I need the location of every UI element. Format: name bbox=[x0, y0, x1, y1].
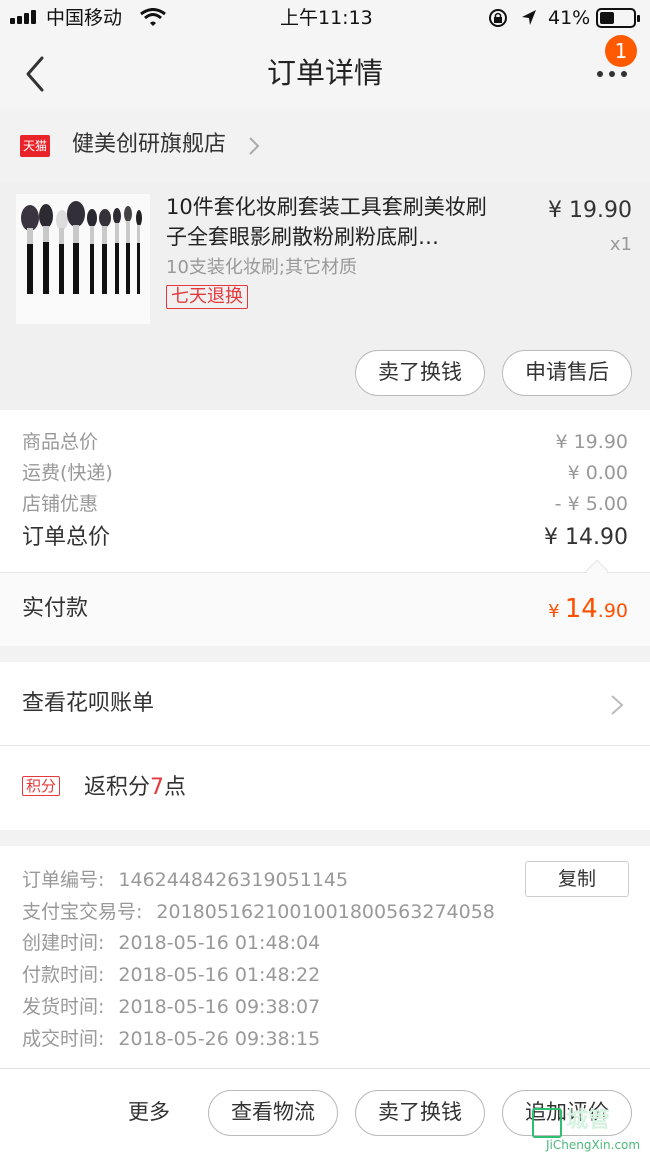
paid-time-line: 付款时间: 2018-05-16 01:48:22 bbox=[22, 961, 320, 989]
wifi-icon bbox=[140, 8, 166, 26]
watermark-text: 城管 bbox=[566, 1108, 611, 1133]
shipped-time-value: 2018-05-16 09:38:07 bbox=[118, 996, 321, 1018]
chevron-right-icon bbox=[611, 695, 624, 715]
amount-integer: 14 bbox=[564, 594, 598, 624]
product-card[interactable]: 10件套化妆刷套装工具套刷美妆刷子全套眼影刷散粉刷粉底刷… ¥ 19.90 x1… bbox=[0, 182, 650, 410]
shipping-value: ¥ 0.00 bbox=[567, 462, 628, 484]
points-reward-text: 返积分7点 bbox=[84, 772, 186, 804]
amount-decimal: .90 bbox=[597, 600, 628, 622]
page-title: 订单详情 bbox=[266, 56, 383, 90]
discount-value: - ¥ 5.00 bbox=[554, 493, 628, 515]
sell-for-cash-button[interactable]: 卖了换钱 bbox=[355, 1090, 485, 1136]
huabei-bill-label: 查看花呗账单 bbox=[22, 691, 155, 716]
battery-icon bbox=[596, 8, 640, 28]
order-number-value: 1462448426319051145 bbox=[118, 869, 349, 891]
order-info: 订单编号: 1462448426319051145 复制 支付宝交易号: 20180… bbox=[0, 846, 650, 1068]
carrier-label: 中国移动 bbox=[46, 7, 123, 29]
watermark-logo-icon bbox=[532, 1108, 562, 1138]
amount-paid-label: 实付款 bbox=[22, 596, 89, 621]
points-number: 7 bbox=[150, 775, 165, 800]
shipped-time-line: 发货时间: 2018-05-16 09:38:07 bbox=[22, 993, 320, 1021]
alipay-trade-value: 2018051621001001800563274058 bbox=[156, 901, 495, 923]
created-time-line: 创建时间: 2018-05-16 01:48:04 bbox=[22, 929, 320, 957]
nav-bar: 订单详情 bbox=[0, 36, 650, 110]
currency-symbol: ¥ bbox=[548, 601, 560, 622]
copy-button[interactable]: 复制 bbox=[525, 861, 629, 897]
created-time-label: 创建时间: bbox=[22, 932, 105, 954]
amount-paid-value: ¥ 14.90 bbox=[548, 591, 628, 630]
points-row: 积分 返积分7点 bbox=[0, 746, 650, 830]
makeup-brushes-image bbox=[16, 194, 150, 324]
tmall-logo: 天猫 bbox=[20, 135, 50, 157]
product-quantity: x1 bbox=[609, 234, 632, 255]
order-number-label: 订单编号: bbox=[22, 869, 105, 891]
amount-paid-row: 实付款 ¥ 14.90 bbox=[0, 572, 650, 646]
order-total-value: ¥ 14.90 bbox=[544, 525, 628, 550]
shipped-time-label: 发货时间: bbox=[22, 996, 105, 1018]
discount-label: 店铺优惠 bbox=[22, 493, 99, 515]
order-total-label: 订单总价 bbox=[22, 525, 111, 550]
order-number-line: 订单编号: 1462448426319051145 bbox=[22, 866, 348, 894]
notification-badge: 1 bbox=[605, 35, 637, 67]
watermark-url: JiChengXin.com bbox=[546, 1138, 641, 1152]
alipay-trade-line: 支付宝交易号: 2018051621001001800563274058 bbox=[22, 898, 495, 926]
more-actions-link[interactable]: 更多 bbox=[128, 1096, 170, 1128]
battery-percent: 41% bbox=[548, 7, 591, 29]
points-prefix: 返积分 bbox=[84, 775, 151, 800]
clock: 上午11:13 bbox=[280, 7, 373, 29]
subtotal-label: 商品总价 bbox=[22, 431, 99, 453]
signal-icon bbox=[10, 10, 40, 24]
view-logistics-button[interactable]: 查看物流 bbox=[208, 1090, 338, 1136]
orientation-lock-icon bbox=[489, 9, 507, 27]
product-title[interactable]: 10件套化妆刷套装工具套刷美妆刷子全套眼影刷散粉刷粉底刷… bbox=[166, 192, 506, 252]
shop-name: 健美创研旗舰店 bbox=[72, 132, 227, 157]
chevron-right-icon bbox=[249, 137, 260, 155]
more-dots-icon bbox=[597, 71, 603, 77]
paid-time-label: 付款时间: bbox=[22, 964, 105, 986]
created-time-value: 2018-05-16 01:48:04 bbox=[118, 932, 321, 954]
apply-after-sales-button[interactable]: 申请售后 bbox=[502, 350, 632, 396]
subtotal-value: ¥ 19.90 bbox=[555, 431, 628, 453]
return-policy-tag: 七天退换 bbox=[166, 285, 248, 309]
points-tag: 积分 bbox=[22, 776, 61, 796]
completed-time-label: 成交时间: bbox=[22, 1028, 105, 1050]
completed-time-value: 2018-05-26 09:38:15 bbox=[118, 1028, 321, 1050]
product-price: ¥ 19.90 bbox=[548, 198, 632, 223]
sell-for-cash-button[interactable]: 卖了换钱 bbox=[355, 350, 485, 396]
paid-time-value: 2018-05-16 01:48:22 bbox=[118, 964, 321, 986]
status-bar: 中国移动 上午11:13 41% bbox=[0, 0, 650, 36]
points-suffix: 点 bbox=[164, 775, 187, 800]
completed-time-line: 成交时间: 2018-05-26 09:38:15 bbox=[22, 1025, 320, 1053]
huabei-bill-row[interactable]: 查看花呗账单 bbox=[0, 662, 650, 746]
site-watermark: 城管 JiChengXin.com bbox=[532, 1104, 650, 1156]
price-summary: 商品总价 ¥ 19.90 运费(快递) ¥ 0.00 店铺优惠 - ¥ 5.00… bbox=[0, 410, 650, 572]
shipping-label: 运费(快递) bbox=[22, 462, 113, 484]
product-sku: 10支装化妆刷;其它材质 bbox=[166, 257, 357, 278]
location-icon bbox=[522, 10, 536, 25]
alipay-trade-label: 支付宝交易号: bbox=[22, 901, 143, 923]
shop-row[interactable]: 天猫 健美创研旗舰店 bbox=[0, 110, 650, 182]
product-image[interactable] bbox=[16, 194, 150, 324]
